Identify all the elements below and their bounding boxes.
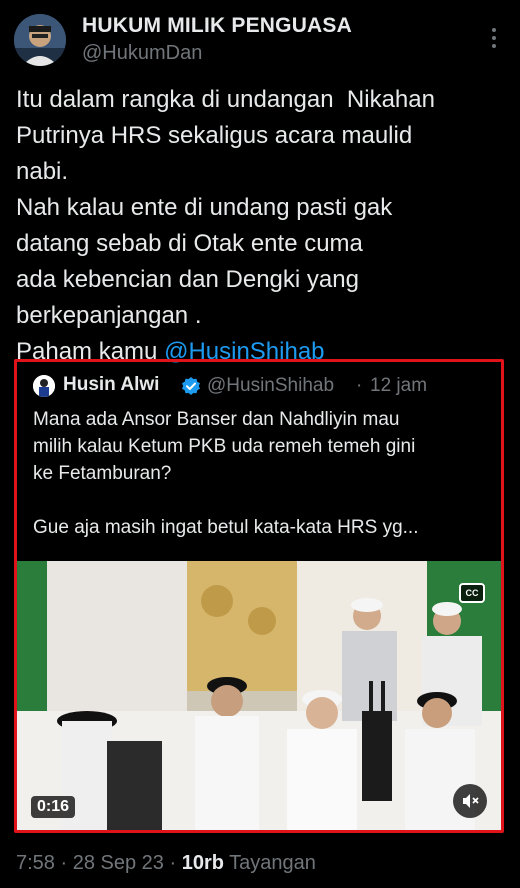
- verified-badge-icon: [181, 376, 201, 396]
- tweet-line: datang sebab di Otak ente cuma: [16, 230, 363, 257]
- tweet-line: nabi.: [16, 158, 69, 185]
- quoted-line: ke Fetamburan?: [33, 463, 172, 484]
- quoted-tweet[interactable]: Husin Alwi @HusinShihab · 12 jam Mana ad…: [14, 359, 504, 833]
- video-thumbnail: [17, 561, 501, 830]
- views-count[interactable]: 10rb: [182, 852, 224, 874]
- separator-dot: ·: [163, 852, 182, 874]
- post-date[interactable]: 28 Sep 23: [73, 852, 164, 874]
- separator-dot: ·: [54, 852, 73, 874]
- quoted-line: Mana ada Ansor Banser dan Nahdliyin mau: [33, 409, 400, 430]
- tweet-header: HUKUM MILIK PENGUASA @HukumDan: [14, 12, 506, 72]
- video-player[interactable]: CC 0:16: [17, 561, 501, 830]
- tweet-meta: 7:58 · 28 Sep 23 · 10rb Tayangan: [16, 852, 316, 875]
- tweet-line: Putrinya HRS sekaligus acara maulid: [16, 122, 413, 149]
- quoted-author-handle[interactable]: @HusinShihab: [207, 375, 334, 397]
- post-time[interactable]: 7:58: [16, 852, 55, 874]
- tweet-line: berkepanjangan .: [16, 302, 202, 329]
- views-label: Tayangan: [223, 852, 316, 874]
- tweet-text: Itu dalam rangka di undangan Nikahan Put…: [16, 82, 506, 370]
- tweet-line: Nah kalau ente di undang pasti gak: [16, 194, 393, 221]
- author-handle[interactable]: @HukumDan: [82, 42, 202, 65]
- quoted-tweet-header: Husin Alwi @HusinShihab · 12 jam: [33, 374, 493, 400]
- author-avatar[interactable]: [14, 14, 66, 66]
- quoted-author-name[interactable]: Husin Alwi: [63, 374, 159, 396]
- separator-dot: ·: [356, 375, 363, 396]
- quoted-line: milih kalau Ketum PKB uda remeh temeh gi…: [33, 436, 416, 457]
- quoted-line: Gue aja masih ingat betul kata-kata HRS …: [33, 517, 419, 538]
- more-options-icon[interactable]: [492, 28, 498, 50]
- closed-captions-icon[interactable]: CC: [459, 583, 485, 603]
- quoted-tweet-text: Mana ada Ansor Banser dan Nahdliyin mau …: [33, 406, 495, 541]
- tweet-line: ada kebencian dan Dengki yang: [16, 266, 359, 293]
- mute-icon[interactable]: [453, 784, 487, 818]
- quoted-author-avatar[interactable]: [33, 375, 55, 397]
- tweet-line: Itu dalam rangka di undangan Nikahan: [16, 86, 435, 113]
- video-duration: 0:16: [31, 796, 76, 818]
- quoted-timestamp[interactable]: 12 jam: [370, 375, 427, 397]
- author-name[interactable]: HUKUM MILIK PENGUASA: [82, 14, 352, 38]
